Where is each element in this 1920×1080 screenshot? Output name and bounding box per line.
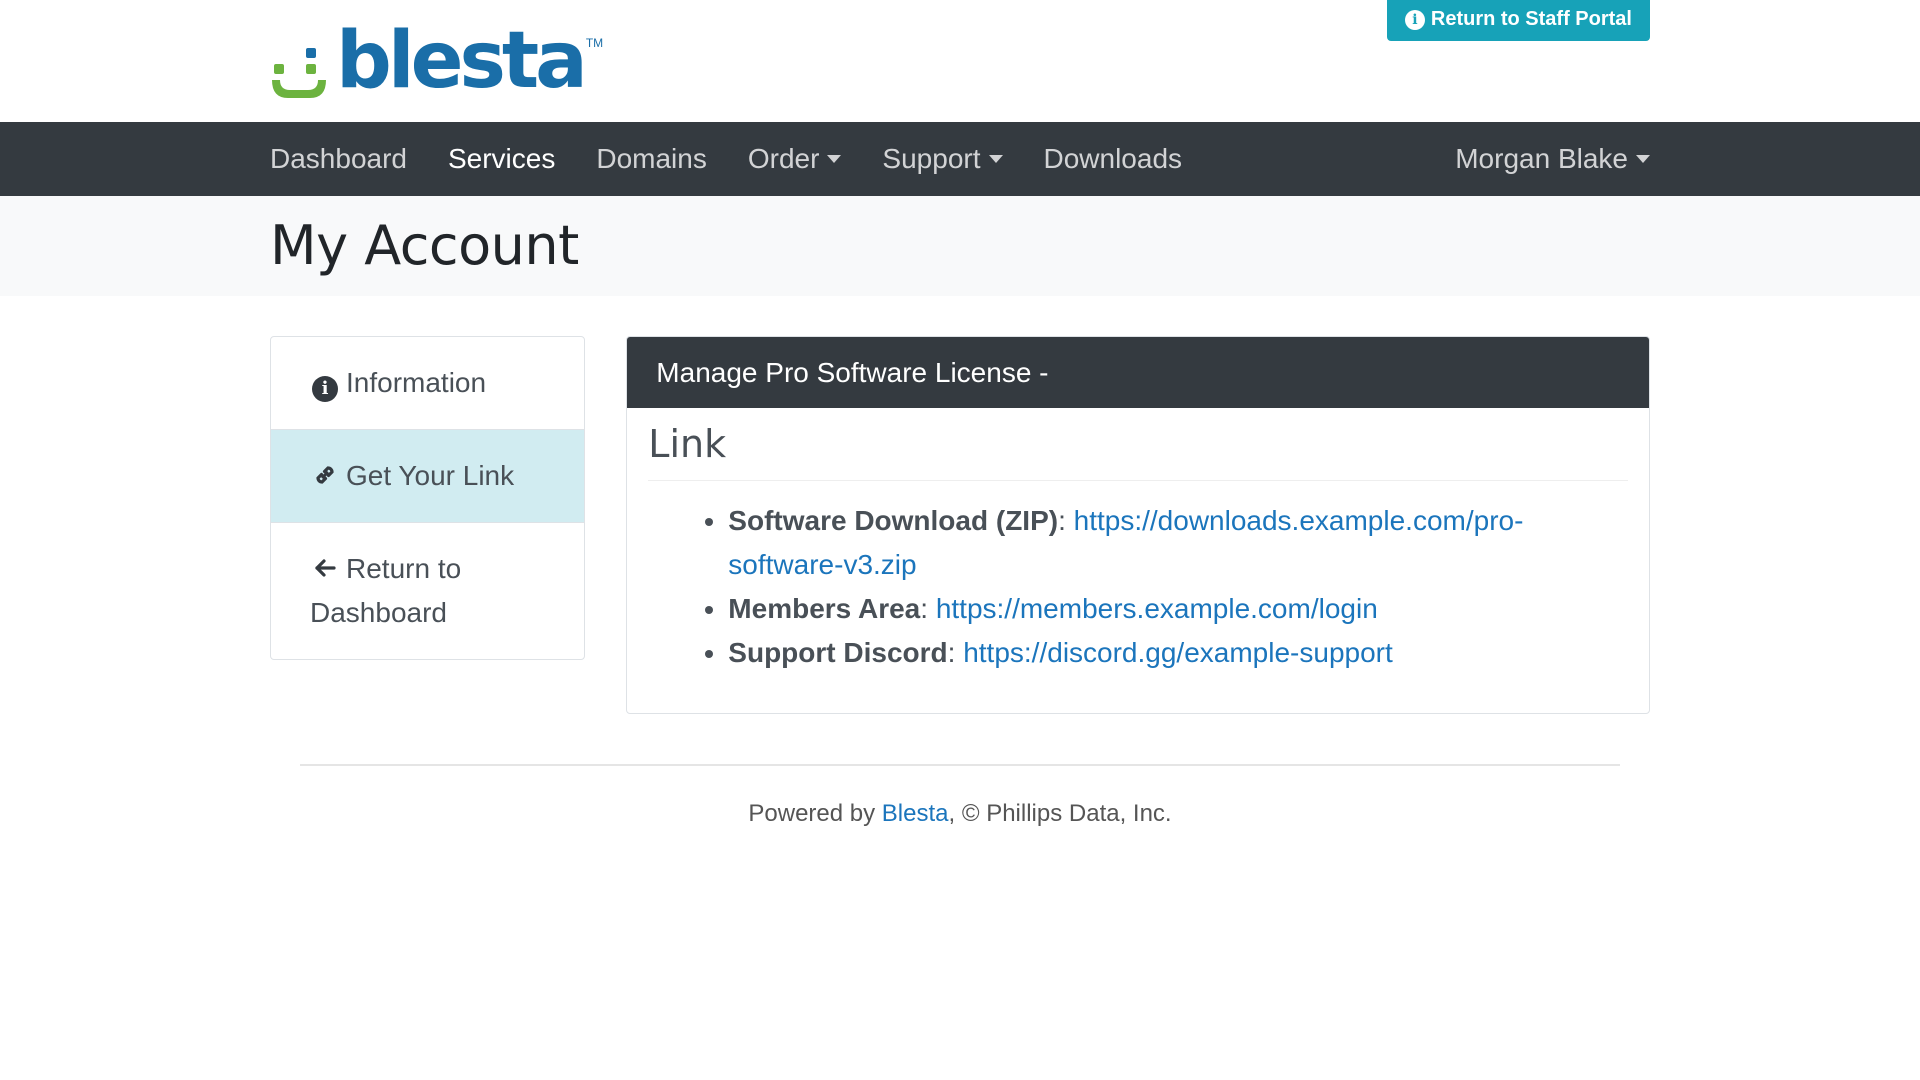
logo-trademark: TM <box>585 36 604 50</box>
support-discord-link[interactable]: https://discord.gg/example-support <box>963 637 1393 668</box>
nav-domains[interactable]: Domains <box>596 143 706 175</box>
sidebar-item-get-your-link[interactable]: Get Your Link <box>271 430 585 523</box>
panel-heading: Manage Pro Software License - <box>627 337 1649 408</box>
link-label: Support Discord <box>728 637 948 668</box>
nav-downloads-label: Downloads <box>1043 143 1183 174</box>
return-to-staff-portal-button[interactable]: i Return to Staff Portal <box>1386 0 1650 41</box>
main-navbar: Dashboard Services Domains Order Support… <box>0 122 1920 196</box>
smiley-logo-icon <box>272 48 326 98</box>
info-circle-icon: i <box>310 361 340 405</box>
members-area-link[interactable]: https://members.example.com/login <box>936 593 1378 624</box>
copyright-text: , © Phillips Data, Inc. <box>948 800 1172 827</box>
site-footer: Powered by Blesta, © Phillips Data, Inc. <box>0 764 1920 828</box>
site-header: blesta TM i Return to Staff Portal <box>0 0 1920 122</box>
powered-by-text: Powered by <box>748 800 876 827</box>
nav-downloads[interactable]: Downloads <box>1044 143 1183 175</box>
link-icon <box>310 454 340 498</box>
caret-down-icon <box>988 155 1003 163</box>
nav-services-label: Services <box>447 143 556 174</box>
blesta-logo[interactable]: blesta TM <box>270 22 603 100</box>
list-item: Software Download (ZIP): https://downloa… <box>728 499 1628 587</box>
nav-domains-label: Domains <box>596 143 707 174</box>
arrow-left-icon <box>310 547 340 591</box>
sidebar-item-label: Information <box>346 367 487 398</box>
link-label: Software Download (ZIP) <box>728 505 1059 536</box>
list-item: Members Area: https://members.example.co… <box>728 587 1628 631</box>
link-label: Members Area <box>728 593 921 624</box>
nav-order-label: Order <box>747 143 820 174</box>
nav-dashboard[interactable]: Dashboard <box>270 143 407 175</box>
sidebar-item-return-to-dashboard[interactable]: Return to Dashboard <box>271 523 584 659</box>
page-title: My Account <box>270 214 579 277</box>
page-title-band: My Account <box>0 196 1920 296</box>
list-item: Support Discord: https://discord.gg/exam… <box>728 631 1628 675</box>
staff-portal-label: Return to Staff Portal <box>1430 8 1632 30</box>
sidebar-item-label: Get Your Link <box>346 460 515 491</box>
caret-down-icon <box>827 155 842 163</box>
nav-services[interactable]: Services <box>448 143 555 175</box>
footer-divider <box>300 764 1620 766</box>
info-circle-icon: i <box>1404 9 1425 30</box>
user-name: Morgan Blake <box>1455 143 1628 174</box>
sidebar-item-information[interactable]: i Information <box>271 337 585 430</box>
license-panel: Manage Pro Software License - Link Softw… <box>626 336 1650 714</box>
panel-body: Link Software Download (ZIP): https://do… <box>627 408 1649 713</box>
nav-dashboard-label: Dashboard <box>270 143 407 174</box>
link-list: Software Download (ZIP): https://downloa… <box>648 499 1628 675</box>
nav-support-dropdown[interactable]: Support <box>882 143 1003 175</box>
nav-order-dropdown[interactable]: Order <box>748 143 842 175</box>
blesta-footer-link[interactable]: Blesta <box>882 800 949 827</box>
logo-wordmark: blesta <box>336 16 588 106</box>
user-menu-dropdown[interactable]: Morgan Blake <box>1455 143 1650 175</box>
footer-text: Powered by Blesta, © Phillips Data, Inc. <box>0 800 1920 828</box>
caret-down-icon <box>1636 155 1650 163</box>
account-sidebar: i Information Get Your Link Return to Da… <box>270 336 586 660</box>
section-title: Link <box>648 422 1628 481</box>
nav-support-label: Support <box>882 143 981 174</box>
